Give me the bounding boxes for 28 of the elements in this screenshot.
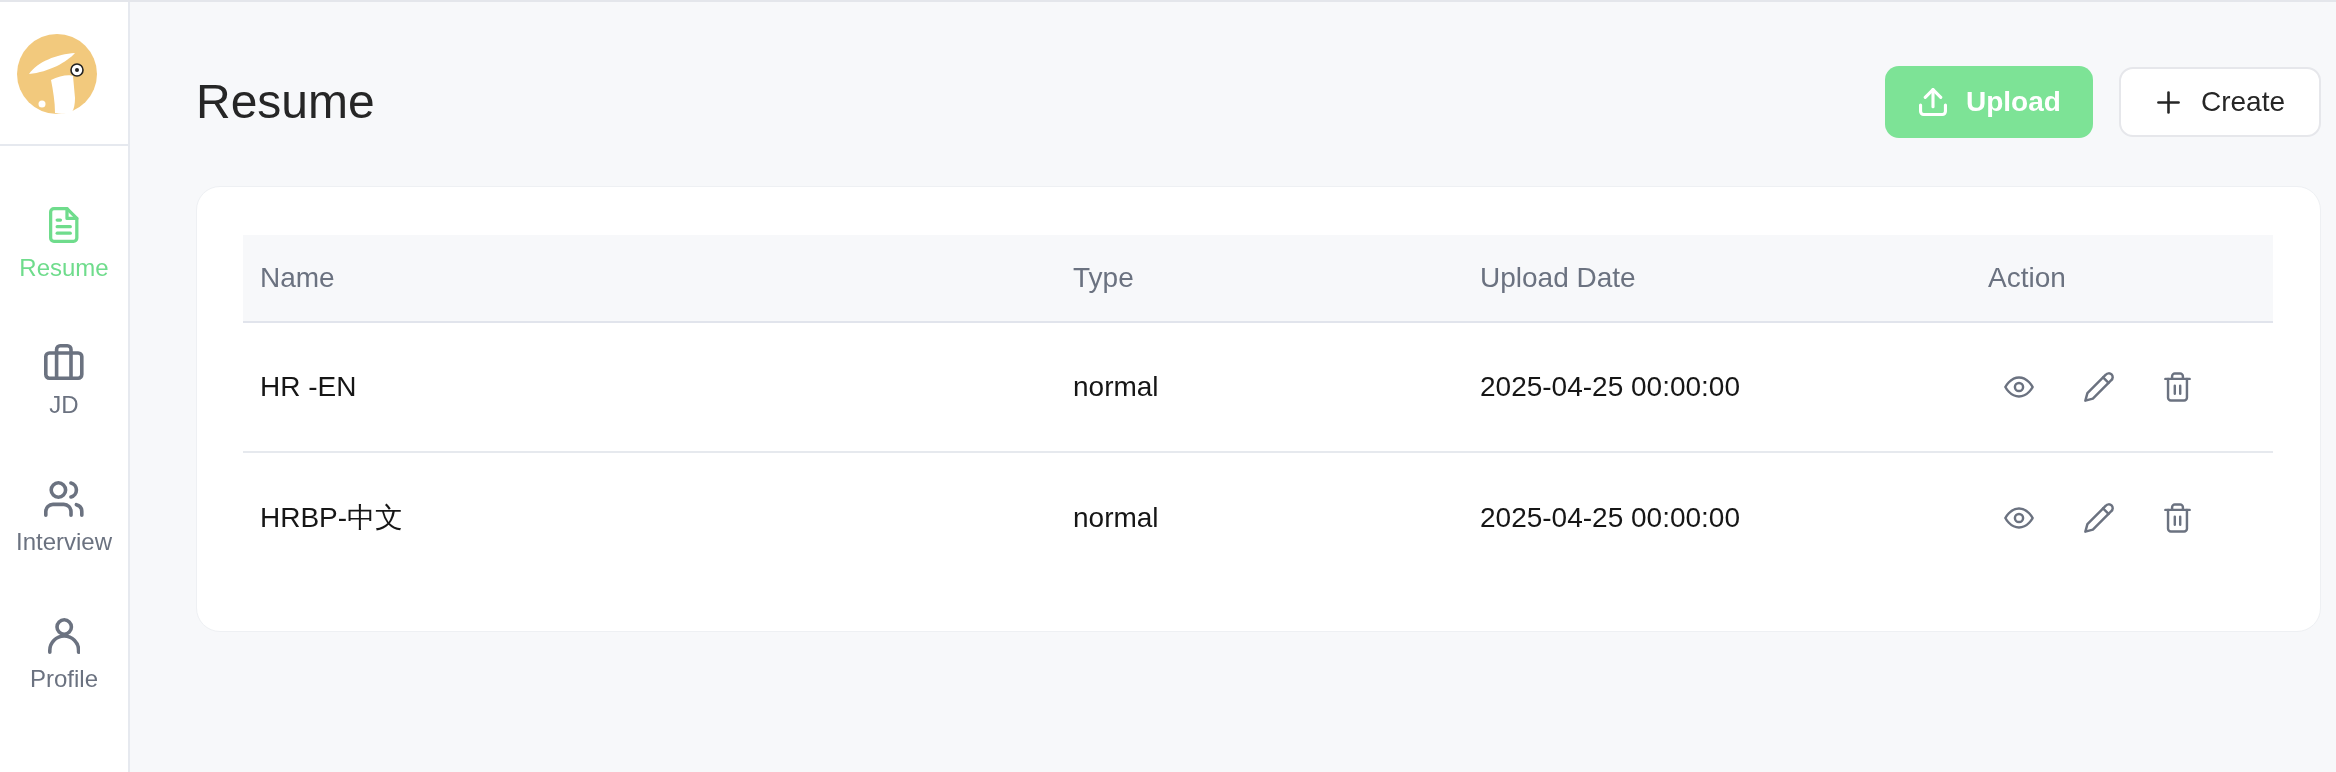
table-cell: HR -EN bbox=[260, 371, 357, 403]
pencil-icon[interactable] bbox=[2084, 372, 2114, 402]
plus-icon bbox=[2157, 90, 2180, 114]
briefcase-icon bbox=[44, 344, 84, 380]
table-cell: 2025-04-25 00:00:00 bbox=[1480, 502, 1740, 534]
trash-icon[interactable] bbox=[2164, 372, 2191, 402]
logo-icon bbox=[17, 34, 97, 114]
column-header: Action bbox=[1988, 262, 2066, 294]
column-header: Upload Date bbox=[1480, 262, 1636, 294]
pencil-icon[interactable] bbox=[2084, 503, 2114, 533]
user-icon bbox=[47, 618, 81, 654]
eye-icon[interactable] bbox=[2004, 376, 2034, 398]
table-cell-text: HRBP-中文 bbox=[260, 501, 404, 535]
page-title: Resume bbox=[196, 74, 375, 130]
table-cell: 2025-04-25 00:00:00 bbox=[1480, 371, 1740, 403]
trash-icon[interactable] bbox=[2164, 503, 2191, 533]
users-icon bbox=[44, 481, 84, 517]
column-header: Type bbox=[1073, 262, 1134, 294]
create-button[interactable]: Create bbox=[2119, 67, 2321, 137]
nav-item[interactable]: Profile bbox=[30, 618, 98, 694]
upload-icon bbox=[1919, 88, 1947, 116]
document-icon bbox=[49, 207, 79, 243]
nav-item[interactable]: Interview bbox=[15, 481, 112, 557]
table-cell: normal bbox=[1073, 502, 1159, 534]
nav-item[interactable]: JD bbox=[44, 344, 84, 420]
eye-icon[interactable] bbox=[2004, 507, 2034, 529]
column-header: Name bbox=[260, 262, 335, 294]
table-cell: normal bbox=[1073, 371, 1159, 403]
